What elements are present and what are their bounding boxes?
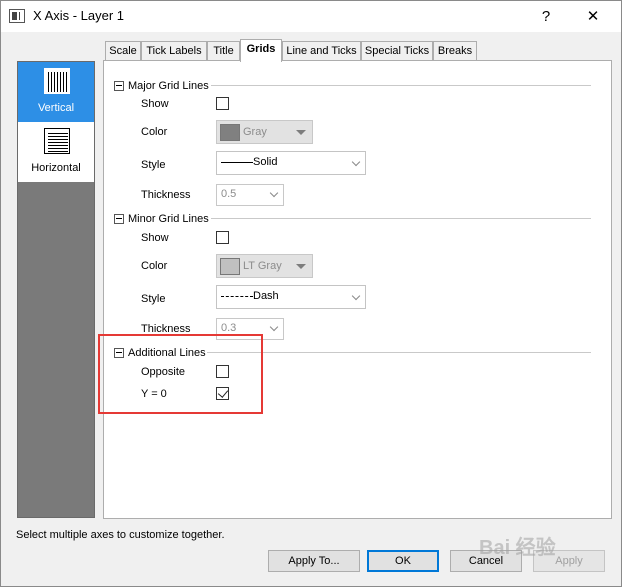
dropdown-arrow-icon bbox=[296, 264, 306, 269]
title-bar[interactable]: X Axis - Layer 1 ? ✕ bbox=[1, 1, 621, 32]
major-thickness-value: 0.5 bbox=[221, 188, 237, 200]
major-color-select[interactable]: Gray bbox=[216, 120, 313, 144]
dropdown-arrow-icon bbox=[296, 130, 306, 135]
chevron-down-icon bbox=[351, 291, 361, 301]
minor-color-value: LT Gray bbox=[243, 260, 282, 272]
apply-to-button[interactable]: Apply To... bbox=[268, 550, 360, 572]
solid-line-sample bbox=[221, 162, 253, 163]
major-style-select[interactable]: Solid bbox=[216, 151, 366, 175]
major-grid-heading: Major Grid Lines bbox=[128, 80, 209, 92]
horizontal-grid-icon bbox=[44, 128, 70, 154]
dash-line-sample bbox=[221, 296, 253, 297]
minor-color-label: Color bbox=[141, 260, 168, 272]
section-divider bbox=[211, 218, 591, 219]
minor-show-label: Show bbox=[141, 232, 169, 244]
color-swatch bbox=[220, 258, 240, 275]
close-button[interactable]: ✕ bbox=[573, 5, 613, 29]
ok-button[interactable]: OK bbox=[367, 550, 439, 572]
minor-style-label: Style bbox=[141, 293, 166, 305]
major-thickness-label: Thickness bbox=[141, 189, 191, 201]
grids-panel: Major Grid Lines Show Color Gray Style S… bbox=[103, 60, 612, 519]
tab-grids[interactable]: Grids bbox=[240, 39, 282, 62]
collapse-icon[interactable] bbox=[114, 214, 124, 224]
vertical-grid-icon bbox=[42, 66, 72, 96]
minor-style-value: Dash bbox=[253, 290, 279, 302]
side-item-vertical[interactable]: Vertical bbox=[18, 62, 94, 122]
tab-scale[interactable]: Scale bbox=[105, 41, 141, 61]
tab-tick-labels[interactable]: Tick Labels bbox=[141, 41, 207, 61]
minor-color-select[interactable]: LT Gray bbox=[216, 254, 313, 278]
tab-title[interactable]: Title bbox=[207, 41, 240, 61]
side-item-horizontal[interactable]: Horizontal bbox=[18, 122, 94, 182]
section-divider bbox=[211, 85, 591, 86]
dialog-window: X Axis - Layer 1 ? ✕ Scale Tick Labels T… bbox=[0, 0, 622, 587]
color-swatch bbox=[220, 124, 240, 141]
major-grid-section-header[interactable]: Major Grid Lines bbox=[114, 80, 594, 94]
app-window-icon bbox=[9, 9, 25, 23]
chevron-down-icon bbox=[269, 322, 279, 332]
collapse-icon[interactable] bbox=[114, 81, 124, 91]
minor-grid-heading: Minor Grid Lines bbox=[128, 213, 209, 225]
major-color-label: Color bbox=[141, 126, 168, 138]
section-divider bbox=[207, 352, 591, 353]
watermark-text: Bai 经验 bbox=[479, 537, 556, 559]
footer-hint: Select multiple axes to customize togeth… bbox=[16, 529, 225, 541]
major-show-label: Show bbox=[141, 98, 169, 110]
annotation-highlight-box bbox=[98, 334, 263, 414]
tab-line-and-ticks[interactable]: Line and Ticks bbox=[282, 41, 361, 61]
minor-show-checkbox[interactable] bbox=[216, 231, 229, 244]
chevron-down-icon bbox=[351, 157, 361, 167]
side-item-label: Vertical bbox=[37, 102, 75, 114]
major-show-checkbox[interactable] bbox=[216, 97, 229, 110]
major-thickness-select[interactable]: 0.5 bbox=[216, 184, 284, 206]
major-color-value: Gray bbox=[243, 126, 267, 138]
axis-direction-list: Vertical Horizontal bbox=[17, 61, 95, 518]
minor-grid-section-header[interactable]: Minor Grid Lines bbox=[114, 213, 594, 227]
tab-breaks[interactable]: Breaks bbox=[433, 41, 477, 61]
major-style-label: Style bbox=[141, 159, 166, 171]
side-item-label: Horizontal bbox=[31, 162, 81, 174]
chevron-down-icon bbox=[269, 188, 279, 198]
major-style-value: Solid bbox=[253, 156, 278, 168]
window-title: X Axis - Layer 1 bbox=[33, 8, 125, 23]
tab-special-ticks[interactable]: Special Ticks bbox=[361, 41, 433, 61]
help-button[interactable]: ? bbox=[529, 5, 563, 29]
minor-style-select[interactable]: Dash bbox=[216, 285, 366, 309]
minor-thickness-value: 0.3 bbox=[221, 322, 237, 334]
